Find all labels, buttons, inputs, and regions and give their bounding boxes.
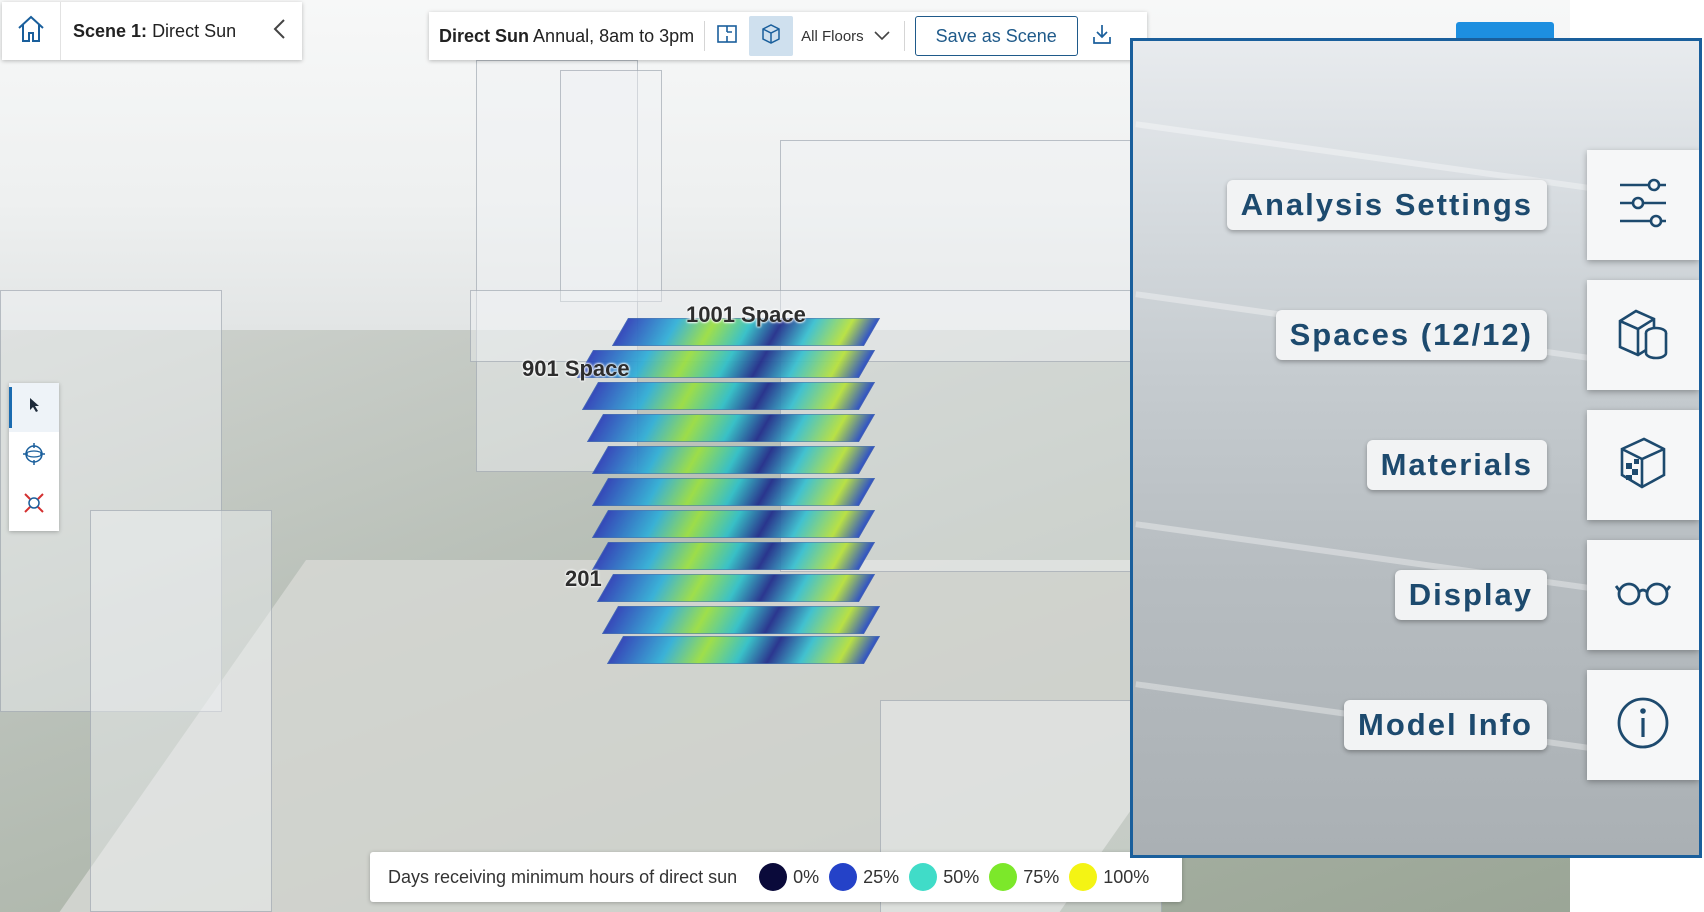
zoom-extents-icon — [22, 491, 46, 520]
orbit-tool-button[interactable] — [9, 432, 59, 481]
context-building — [560, 70, 662, 302]
analysis-period: Annual, 8am to 3pm — [533, 25, 695, 46]
floor-analysis-slab[interactable] — [586, 414, 876, 442]
select-tool-button[interactable] — [9, 383, 59, 432]
app-frame: 1001 Space 901 Space 201 Scene 1: Direct… — [0, 0, 1704, 912]
display-button[interactable] — [1587, 540, 1699, 650]
analysis-settings-button[interactable] — [1587, 150, 1699, 260]
spaces-icon — [1616, 305, 1670, 366]
space-label-901: 901 Space — [522, 356, 630, 381]
menu-item-materials[interactable]: Materials — [1366, 410, 1699, 520]
navigation-tools — [9, 383, 59, 531]
legend-swatch-100 — [1069, 863, 1098, 891]
legend-label-75: 75% — [1023, 866, 1060, 887]
download-icon — [1091, 22, 1113, 51]
analysis-title: Direct Sun Annual, 8am to 3pm — [429, 26, 704, 47]
info-icon — [1616, 696, 1670, 755]
sliders-icon — [1616, 177, 1670, 234]
scene-prefix: Scene 1: — [73, 20, 148, 41]
menu-item-model-info[interactable]: Model Info — [1344, 670, 1699, 780]
legend-swatch-75 — [989, 863, 1018, 891]
legend-bar: Days receiving minimum hours of direct s… — [370, 852, 1182, 902]
pointer-icon — [27, 397, 41, 418]
scene-title: Scene 1: Direct Sun — [61, 21, 258, 42]
menu-label-materials: Materials — [1366, 440, 1547, 490]
context-building — [90, 510, 272, 912]
materials-button[interactable] — [1587, 410, 1699, 520]
materials-cube-icon — [1616, 435, 1670, 496]
download-button[interactable] — [1082, 16, 1122, 56]
legend-description: Days receiving minimum hours of direct s… — [388, 866, 738, 887]
glasses-icon — [1614, 578, 1672, 613]
home-button[interactable] — [2, 2, 61, 60]
chevron-down-icon — [874, 28, 890, 45]
save-as-scene-button[interactable]: Save as Scene — [914, 16, 1078, 56]
legend-label-25: 25% — [863, 866, 900, 887]
orbit-icon — [22, 442, 46, 471]
3d-model-icon — [759, 22, 783, 51]
toolbar-divider — [903, 21, 905, 51]
floor-analysis-slab[interactable] — [591, 542, 876, 570]
legend-label-50: 50% — [943, 866, 980, 887]
legend-label-100: 100% — [1103, 866, 1150, 887]
menu-item-analysis-settings[interactable]: Analysis Settings — [1226, 150, 1699, 260]
floor-analysis-slab[interactable] — [606, 636, 881, 664]
model-info-button[interactable] — [1587, 670, 1699, 780]
analysis-name: Direct Sun — [439, 25, 530, 46]
menu-label-spaces: Spaces (12/12) — [1275, 310, 1547, 360]
side-menu-zoom-panel: Analysis Settings Spaces (12/12) Materia… — [1130, 38, 1702, 858]
scene-header: Scene 1: Direct Sun — [2, 2, 302, 60]
analysis-toolbar: Direct Sun Annual, 8am to 3pm All Floors… — [429, 12, 1147, 60]
legend-swatch-50 — [909, 863, 938, 891]
floors-dropdown[interactable]: All Floors — [793, 28, 904, 45]
3d-view-button[interactable] — [749, 16, 794, 56]
home-icon — [16, 14, 46, 49]
floor-analysis-slab[interactable] — [591, 446, 876, 474]
legend-swatch-0 — [759, 863, 788, 891]
floor-analysis-slab[interactable] — [596, 574, 876, 602]
floor-plan-icon — [716, 23, 738, 50]
collapse-button[interactable] — [258, 2, 302, 60]
floor-analysis-slab[interactable] — [591, 478, 876, 506]
chevron-left-icon — [272, 18, 288, 45]
legend-swatch-25 — [829, 863, 858, 891]
space-label-1001: 1001 Space — [686, 302, 806, 327]
floor-analysis-slab[interactable] — [581, 382, 876, 410]
menu-item-spaces[interactable]: Spaces (12/12) — [1275, 280, 1699, 390]
spaces-button[interactable] — [1587, 280, 1699, 390]
menu-label-model-info: Model Info — [1344, 700, 1547, 750]
menu-label-display: Display — [1394, 570, 1547, 620]
legend-label-0: 0% — [793, 866, 820, 887]
zoom-extents-button[interactable] — [9, 481, 59, 530]
menu-label-analysis-settings: Analysis Settings — [1226, 180, 1547, 230]
space-label-201: 201 — [565, 566, 602, 591]
menu-item-display[interactable]: Display — [1394, 540, 1699, 650]
floors-selected: All Floors — [801, 27, 864, 45]
floor-analysis-slab[interactable] — [601, 606, 881, 634]
floor-plan-view-button[interactable] — [705, 16, 749, 56]
floor-analysis-slab[interactable] — [591, 510, 876, 538]
scene-name: Direct Sun — [152, 20, 237, 41]
